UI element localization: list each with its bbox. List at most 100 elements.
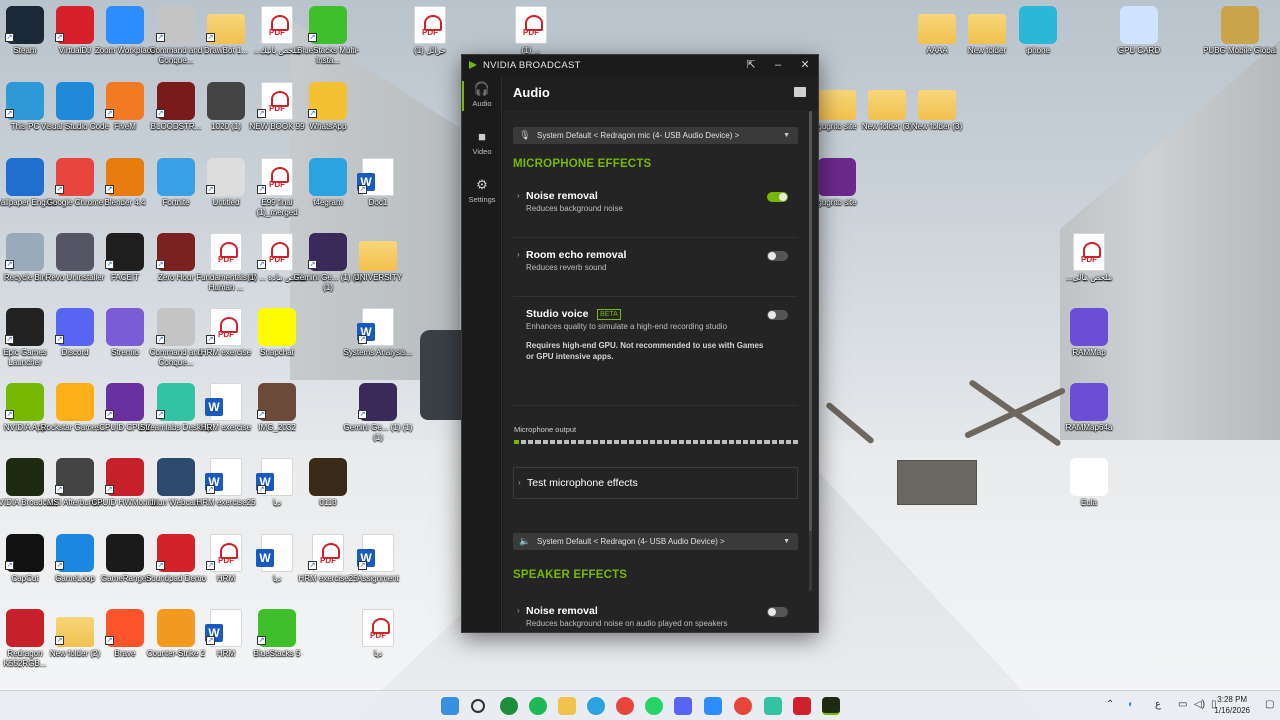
shortcut-arrow-icon: ↗ <box>156 109 165 118</box>
close-button[interactable]: ✕ <box>792 57 818 73</box>
desktop-icon[interactable]: Snapchat <box>240 308 314 358</box>
desktop-icon[interactable]: PDF دیا <box>341 609 415 659</box>
desktop-icon[interactable]: ↗ BlueStacks 5 <box>240 609 314 659</box>
nav-audio[interactable]: 🎧 Audio <box>462 81 502 111</box>
app-icon: PDF <box>362 609 394 647</box>
desktop-icon[interactable]: ↗ IMG_2032 <box>240 383 314 433</box>
meter-segment <box>556 440 563 444</box>
language-indicator[interactable]: ع <box>1155 699 1161 710</box>
meter-segment <box>764 440 770 444</box>
desktop-icon[interactable]: ↗Doc1 <box>341 158 415 208</box>
copilot-icon[interactable]: ◐ <box>1128 699 1134 710</box>
nav-video[interactable]: ■ Video <box>462 129 502 156</box>
clock[interactable]: 3:28 PM 1/16/2026 <box>1214 694 1250 716</box>
effect-studio-voice[interactable]: Studio voice BETA Enhances quality to si… <box>513 308 798 406</box>
desktop-icon[interactable]: UNIVERSITY <box>341 233 415 283</box>
app-icon <box>1221 6 1259 44</box>
app-icon <box>1120 6 1158 44</box>
desktop-icon[interactable]: Eula <box>1052 458 1126 508</box>
scrollbar[interactable] <box>809 111 812 591</box>
test-microphone-effects[interactable]: › Test microphone effects <box>513 467 798 499</box>
shortcut-arrow-icon: ↗ <box>257 636 266 645</box>
speaker-device-select[interactable]: 🔈 System Default < Redragon (4- USB Audi… <box>513 533 798 550</box>
chevron-right-icon: › <box>517 191 520 200</box>
start-button[interactable] <box>441 697 459 715</box>
app-icon <box>1070 383 1108 421</box>
meter-segment <box>635 440 641 444</box>
speaker-noise-removal-toggle[interactable] <box>767 607 788 617</box>
desktop-icon[interactable]: ↗ WhatsApp <box>291 82 365 132</box>
meter-segment <box>621 440 627 444</box>
desktop-icon-label: Doc1 <box>368 198 388 207</box>
shortcut-arrow-icon: ↗ <box>156 561 165 570</box>
app-icon <box>1070 458 1108 496</box>
effect-noise-removal[interactable]: › Noise removal Reduces background noise <box>513 190 798 238</box>
streamlabs-icon[interactable] <box>764 697 782 715</box>
title-bar[interactable]: NVIDIA BROADCAST ⇱ – ✕ <box>462 55 818 75</box>
wallpaper-barrier <box>825 401 875 445</box>
minimize-button[interactable]: – <box>765 57 791 73</box>
desktop-icon[interactable]: PDF (1) ... <box>494 6 568 56</box>
desktop-icon[interactable]: 0118 <box>291 458 365 508</box>
feedback-icon[interactable] <box>794 87 806 97</box>
desktop-icon[interactable]: ↗ Gemini Ge... (1) (1) (1) <box>341 383 415 443</box>
desktop-icon[interactable]: ↗ BlueStacks Multi-Insta... <box>291 6 365 66</box>
desktop-icon-label: BlueStacks 5 <box>253 649 301 658</box>
desktop-icon[interactable]: PDF (1) حرائل <box>393 6 467 56</box>
desktop-icon[interactable]: ↗ Systems Analysis... <box>341 308 415 358</box>
meter-segment <box>771 440 777 444</box>
scrollbar-thumb[interactable] <box>809 111 812 531</box>
desktop-icon[interactable]: RAMMap <box>1052 308 1126 358</box>
effect-name: Studio voice <box>526 308 589 320</box>
effect-speaker-noise-removal[interactable]: › Noise removal Reduces background noise… <box>513 605 798 632</box>
volume-icon[interactable]: ◁) <box>1194 699 1205 710</box>
desktop-icon-label: GPU CARD <box>1117 46 1161 55</box>
notification-icon[interactable]: ▢ <box>1265 699 1274 710</box>
meter-segment <box>614 440 620 444</box>
effect-description: Reduces background noise <box>526 204 623 213</box>
desktop-icon[interactable]: New folder (3) <box>900 82 974 132</box>
spotify-icon[interactable] <box>529 697 547 715</box>
meter-segment <box>757 440 763 444</box>
desktop-icon[interactable]: RAMMap64a <box>1052 383 1126 433</box>
xbox-icon[interactable] <box>500 697 518 715</box>
desktop-icon-label: RAMMap64a <box>1065 423 1113 432</box>
effect-room-echo-removal[interactable]: › Room echo removal Reduces reverb sound <box>513 249 798 297</box>
telegram-icon[interactable] <box>587 697 605 715</box>
nvidia-broadcast-taskbar-icon[interactable] <box>822 697 840 715</box>
chrome-alt-icon[interactable] <box>734 697 752 715</box>
nav-settings[interactable]: ⚙ Settings <box>462 177 502 204</box>
shortcut-arrow-icon: ↗ <box>156 33 165 42</box>
chrome-icon[interactable] <box>616 697 634 715</box>
desktop-icon[interactable]: PDF ...ملخص هالى <box>1052 233 1126 283</box>
whatsapp-icon[interactable] <box>645 697 663 715</box>
speaker-effects-title: SPEAKER EFFECTS <box>513 569 628 581</box>
network-icon[interactable]: ▭ <box>1178 699 1187 710</box>
desktop-icon-label: iphone <box>1025 46 1051 55</box>
meter-segment <box>571 440 577 444</box>
room-echo-removal-toggle[interactable] <box>767 251 788 261</box>
desktop-icon[interactable]: PUBG Mobile Global <box>1203 6 1277 56</box>
wallpaper-crate <box>897 460 977 505</box>
microphone-device-select[interactable]: 🎙 System Default < Redragon mic (4- USB … <box>513 127 798 144</box>
effect-name: Room echo removal <box>526 249 627 261</box>
file-explorer-icon[interactable] <box>558 697 576 715</box>
search-icon[interactable] <box>471 699 485 713</box>
studio-voice-toggle[interactable] <box>767 310 788 320</box>
meter-segment <box>599 440 606 444</box>
speaker-device-value: System Default < Redragon (4- USB Audio … <box>537 537 725 546</box>
chevron-up-icon[interactable]: ⌃ <box>1106 699 1114 710</box>
desktop-icon[interactable]: ↗ Assignment <box>341 534 415 584</box>
page-title: Audio <box>513 85 550 100</box>
pin-icon[interactable]: ⇱ <box>738 57 764 73</box>
shortcut-arrow-icon: ↗ <box>105 636 114 645</box>
meter-segment <box>728 440 734 444</box>
desktop-icon[interactable]: GPU CARD <box>1102 6 1176 56</box>
zoom-icon[interactable] <box>704 697 722 715</box>
desktop-icon[interactable]: iphone <box>1001 6 1075 56</box>
system-tray: ⌃ ◐ ع ▭ ◁) ▯ 3:28 PM 1/16/2026 ▢ <box>1100 691 1280 720</box>
discord-icon[interactable] <box>674 697 692 715</box>
acrobat-icon[interactable] <box>793 697 811 715</box>
noise-removal-toggle[interactable] <box>767 192 788 202</box>
app-icon: PDF <box>414 6 446 44</box>
